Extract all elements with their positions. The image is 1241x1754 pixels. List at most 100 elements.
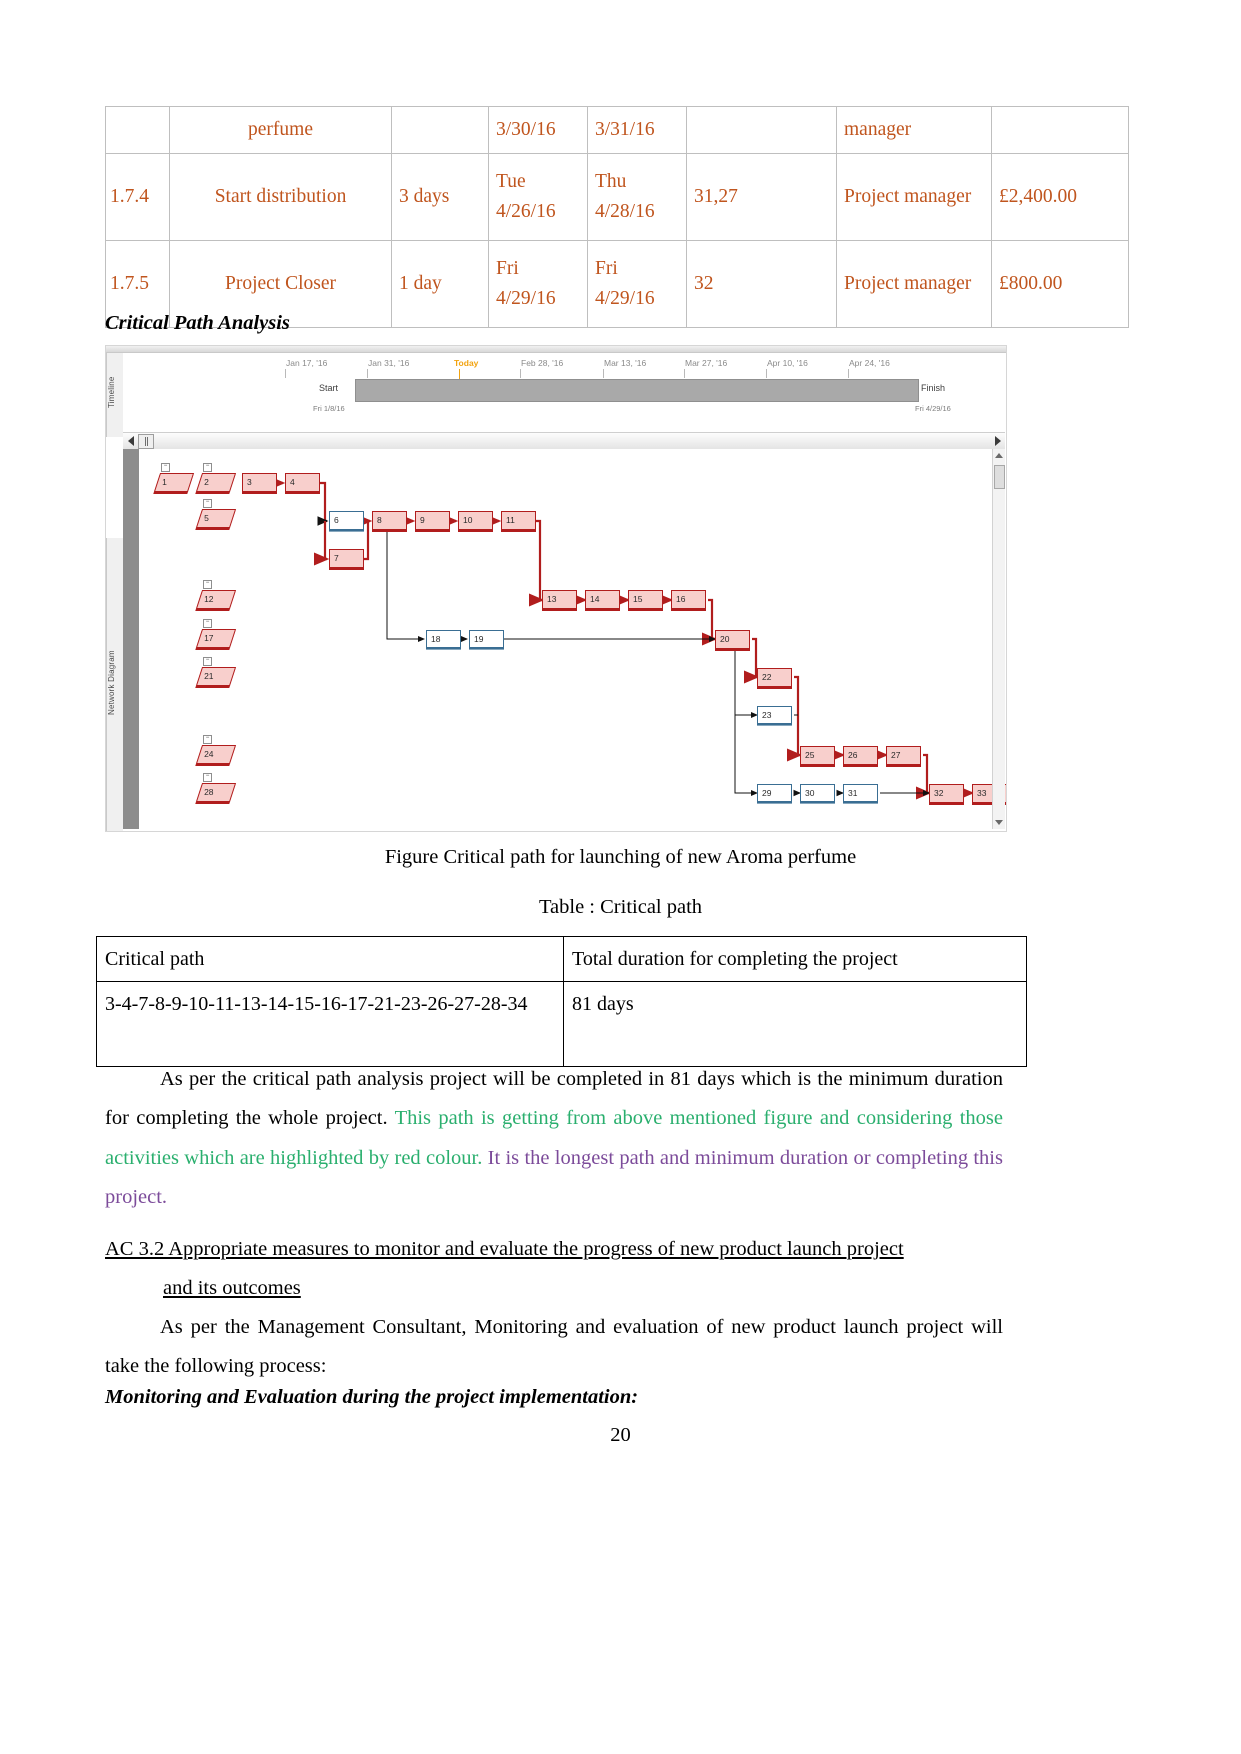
network-node-id: 33 <box>977 788 987 799</box>
network-node-id: 24 <box>204 749 214 760</box>
table-row: perfume 3/30/16 3/31/16 manager <box>105 106 1129 154</box>
cell-duration: 1 day <box>391 240 489 328</box>
network-node-id: 23 <box>762 709 772 720</box>
network-node[interactable]: 16 <box>671 590 706 609</box>
network-node-id: 13 <box>547 594 557 605</box>
scroll-right-icon[interactable] <box>995 436 1001 446</box>
cell-predecessors: 32 <box>686 240 837 328</box>
cell-cost <box>991 106 1129 154</box>
network-node[interactable]: 15 <box>628 590 663 609</box>
network-node[interactable]: 4 <box>285 473 320 492</box>
cell-start: Fri 4/29/16 <box>488 240 588 328</box>
network-node[interactable]: 22 <box>757 668 792 687</box>
network-node-id: 12 <box>204 594 214 605</box>
collapse-toggle-icon[interactable]: − <box>203 499 212 508</box>
network-node[interactable]: 13 <box>542 590 577 609</box>
timeline-view-tab[interactable]: Timeline <box>106 353 123 437</box>
network-node[interactable]: 18 <box>426 630 461 648</box>
timeline-tick-label: Mar 13, '16 <box>604 358 647 368</box>
cell-task: perfume <box>169 106 392 154</box>
collapse-toggle-icon[interactable]: − <box>203 463 212 472</box>
network-node[interactable]: 29 <box>757 784 792 802</box>
cp-header-right: Total duration for completing the projec… <box>563 936 1027 982</box>
cp-header-left: Critical path <box>96 936 564 982</box>
vertical-scrollbar[interactable] <box>992 449 1005 829</box>
network-node[interactable]: 5 <box>195 509 237 528</box>
network-node-id: 25 <box>805 750 815 761</box>
network-node[interactable]: 24 <box>195 745 237 764</box>
network-node-id: 20 <box>720 634 730 645</box>
cell-duration <box>391 106 489 154</box>
network-node[interactable]: 9 <box>415 511 450 530</box>
collapse-toggle-icon[interactable]: − <box>203 619 212 628</box>
network-node-id: 17 <box>204 633 214 644</box>
schedule-table: perfume 3/30/16 3/31/16 manager 1.7.4 St… <box>105 106 1129 328</box>
network-node[interactable]: 17 <box>195 629 237 648</box>
table-row: Critical path Total duration for complet… <box>96 936 1027 982</box>
network-node[interactable]: 25 <box>800 746 835 765</box>
network-node[interactable]: 30 <box>800 784 835 802</box>
timeline-tick-mark <box>367 369 368 378</box>
network-node-id: 31 <box>848 787 858 798</box>
network-node[interactable]: 19 <box>469 630 504 648</box>
ac32-line2: and its outcomes <box>163 1277 301 1300</box>
scroll-down-icon[interactable] <box>995 820 1003 825</box>
collapse-toggle-icon[interactable]: − <box>203 773 212 782</box>
network-node[interactable]: 14 <box>585 590 620 609</box>
network-node[interactable]: 3 <box>242 473 277 492</box>
timeline-tick-mark <box>603 369 604 378</box>
cp-value-right: 81 days <box>563 981 1027 1067</box>
page-number: 20 <box>610 1424 631 1446</box>
scroll-up-icon[interactable] <box>995 453 1003 458</box>
timeline-start-date: Fri 1/8/16 <box>313 404 345 413</box>
cell-id: 1.7.4 <box>105 153 170 241</box>
figure-caption: Figure Critical path for launching of ne… <box>384 846 857 868</box>
collapse-toggle-icon[interactable]: − <box>203 657 212 666</box>
cell-task: Start distribution <box>169 153 392 241</box>
network-node[interactable]: 2 <box>195 473 237 492</box>
collapse-toggle-icon[interactable]: − <box>203 735 212 744</box>
scroll-left-icon[interactable] <box>128 436 134 446</box>
network-node[interactable]: 28 <box>195 783 237 802</box>
network-node-id: 30 <box>805 787 815 798</box>
collapse-toggle-icon[interactable]: − <box>161 463 170 472</box>
network-node-id: 27 <box>891 750 901 761</box>
network-node-id: 7 <box>334 553 339 564</box>
network-node[interactable]: 27 <box>886 746 921 765</box>
network-node-id: 28 <box>204 787 214 798</box>
cell-predecessors: 31,27 <box>686 153 837 241</box>
cell-duration: 3 days <box>391 153 489 241</box>
cell-finish: Thu 4/28/16 <box>587 153 687 241</box>
network-node[interactable]: 10 <box>458 511 493 530</box>
paragraph2-text: As per the Management Consultant, Monito… <box>105 1316 1003 1378</box>
network-diagram-view-tab[interactable]: Network Diagram <box>106 538 123 831</box>
network-node[interactable]: 21 <box>195 667 237 686</box>
network-node[interactable]: 7 <box>329 549 364 568</box>
network-node[interactable]: 23 <box>757 706 792 724</box>
network-node[interactable]: 11 <box>501 511 536 530</box>
critical-path-table: Critical path Total duration for complet… <box>96 936 1027 1067</box>
cell-start: Tue 4/26/16 <box>488 153 588 241</box>
network-node[interactable]: 32 <box>929 784 964 803</box>
network-node-id: 2 <box>204 477 209 488</box>
scrollbar-thumb[interactable] <box>994 465 1005 489</box>
collapse-toggle-icon[interactable]: − <box>203 580 212 589</box>
network-node[interactable]: 26 <box>843 746 878 765</box>
network-node[interactable]: 6 <box>329 511 364 530</box>
network-node-id: 19 <box>474 633 484 644</box>
timeline-today-label: Today <box>454 358 479 368</box>
network-node[interactable]: 12 <box>195 590 237 609</box>
pane-splitter[interactable] <box>123 432 1005 450</box>
table-caption: Table : Critical path <box>538 896 703 918</box>
network-node[interactable]: 8 <box>372 511 407 530</box>
network-node[interactable]: 20 <box>715 630 750 649</box>
network-node-id: 32 <box>934 788 944 799</box>
cell-resource: manager <box>836 106 992 154</box>
network-node[interactable]: 1 <box>153 473 195 492</box>
network-node[interactable]: 31 <box>843 784 878 802</box>
network-diagram-canvas: − − − − − − − − 1 2 3 4 5 6 7 8 9 10 11 <box>139 449 1006 829</box>
document-page: perfume 3/30/16 3/31/16 manager 1.7.4 St… <box>0 0 1241 1754</box>
timeline-tick-mark <box>848 369 849 378</box>
splitter-grip[interactable] <box>138 434 154 449</box>
timeline-project-bar[interactable] <box>355 379 919 402</box>
